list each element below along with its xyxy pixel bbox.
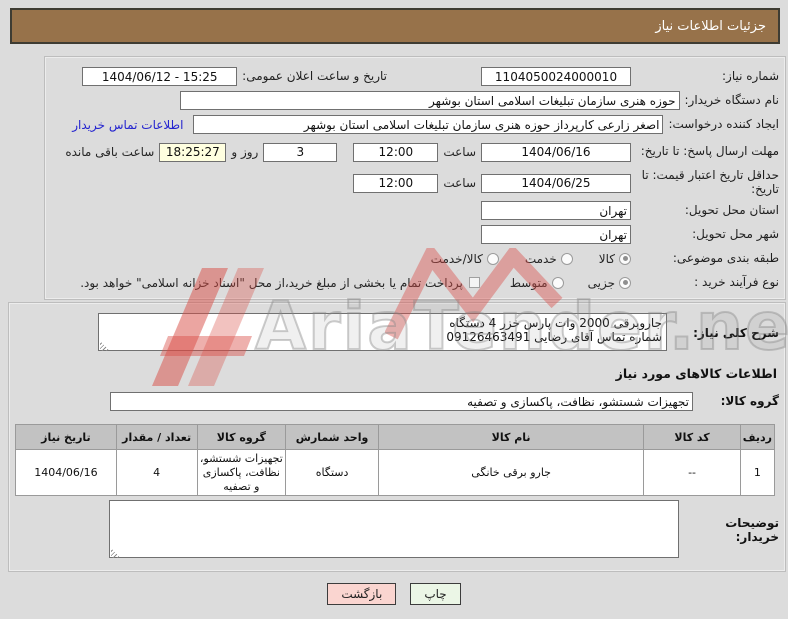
col-header-item-code: کد کالا xyxy=(643,424,741,450)
reply-deadline-time-input[interactable] xyxy=(353,142,439,162)
goods-table-row: 1 -- جارو برقی خانگی دستگاه تجهیزات شستش… xyxy=(15,448,776,497)
delivery-province-row: استان محل تحویل: xyxy=(51,200,779,221)
purchase-process-row: نوع فرآیند خرید : جزیی متوسط پرداخت تمام… xyxy=(51,272,779,293)
purchase-process-option-minor: جزیی xyxy=(588,276,631,290)
need-description-row: شرح کلی نیاز: جاروبرقی 2000 وات پارس خزر… xyxy=(15,313,779,354)
need-description-textarea[interactable]: جاروبرقی 2000 وات پارس خزر 4 دستگاه شمار… xyxy=(98,313,667,351)
buyer-org-row: نام دستگاه خریدار: xyxy=(51,90,779,111)
reply-deadline-row: مهلت ارسال پاسخ: تا تاریخ: ساعت روز و سا… xyxy=(51,138,779,166)
announce-datetime-input[interactable] xyxy=(82,67,238,86)
goods-radio-label: کالا xyxy=(598,251,615,266)
action-buttons: چاپ بازگشت xyxy=(0,583,788,605)
cell-item-name: جارو برقی خانگی xyxy=(377,448,645,497)
service-radio[interactable] xyxy=(560,252,573,265)
subject-class-label: طبقه بندی موضوعی: xyxy=(672,250,779,265)
price-validity-row: حداقل تاریخ اعتبار قیمت: تا تاریخ: ساعت xyxy=(51,168,779,197)
purchase-process-label: نوع فرآیند خرید : xyxy=(694,274,779,289)
price-validity-date-input[interactable] xyxy=(481,173,631,193)
request-creator-row: ایجاد کننده درخواست: اطلاعات تماس خریدار xyxy=(51,114,779,135)
col-header-quantity: تعداد / مقدار xyxy=(115,424,198,450)
app-window: جزئیات اطلاعات نیاز شماره نیاز: تاریخ و … xyxy=(0,0,788,619)
request-creator-label: ایجاد کننده درخواست: xyxy=(668,116,779,131)
need-description-wrap: جاروبرقی 2000 وات پارس خزر 4 دستگاه شمار… xyxy=(98,313,667,354)
medium-radio[interactable] xyxy=(551,276,564,289)
goods-service-radio[interactable] xyxy=(486,252,499,265)
subject-class-option-goods: کالا xyxy=(599,252,631,266)
goods-info-title: اطلاعات کالاهای مورد نیاز xyxy=(615,366,777,381)
need-description-label: شرح کلی نیاز: xyxy=(693,325,779,340)
need-details-panel: شماره نیاز: تاریخ و ساعت اعلان عمومی: نا… xyxy=(44,56,786,300)
delivery-province-label: استان محل تحویل: xyxy=(684,202,779,217)
buyer-notes-label: توضیحات خریدار: xyxy=(725,515,779,544)
minor-radio[interactable] xyxy=(619,276,631,289)
cell-quantity: 4 xyxy=(115,448,198,497)
cell-unit: دستگاه xyxy=(285,448,379,497)
goods-radio[interactable] xyxy=(619,252,631,265)
delivery-province-input[interactable] xyxy=(481,201,631,220)
reply-deadline-hour-label: ساعت xyxy=(443,145,476,159)
price-validity-hour-label: ساعت xyxy=(443,176,476,190)
request-creator-input[interactable] xyxy=(193,115,664,134)
goods-group-row: گروه کالا: xyxy=(15,391,779,412)
buyer-org-input[interactable] xyxy=(179,91,680,110)
goods-table-header-row: ردیف کد کالا نام کالا واحد شمارش گروه کا… xyxy=(15,424,776,450)
print-button[interactable]: چاپ xyxy=(410,583,461,605)
purchase-process-option-medium: متوسط xyxy=(510,276,564,290)
buyer-notes-wrap xyxy=(109,500,679,561)
treasury-note: پرداخت تمام یا بخشی از مبلغ خرید،از محل … xyxy=(80,275,463,290)
col-header-unit: واحد شمارش xyxy=(285,424,379,450)
goods-panel: شرح کلی نیاز: جاروبرقی 2000 وات پارس خزر… xyxy=(8,302,786,572)
price-validity-label: حداقل تاریخ اعتبار قیمت: تا تاریخ: xyxy=(641,168,779,196)
page-title: جزئیات اطلاعات نیاز xyxy=(655,18,766,34)
goods-group-label: گروه کالا: xyxy=(720,393,779,408)
cell-group: تجهیزات شستشو، نظافت، پاکسازی و تصفیه xyxy=(196,448,287,497)
medium-radio-label: متوسط xyxy=(509,275,548,290)
subject-class-option-goods-service: کالا/خدمت xyxy=(431,252,499,266)
buyer-notes-textarea[interactable] xyxy=(109,500,679,559)
delivery-city-input[interactable] xyxy=(481,225,631,244)
announce-datetime-label: تاریخ و ساعت اعلان عمومی: xyxy=(242,68,387,83)
need-number-input[interactable] xyxy=(481,67,631,86)
service-radio-label: خدمت xyxy=(524,251,557,266)
cell-item-code: -- xyxy=(643,448,741,497)
reply-deadline-date-input[interactable] xyxy=(481,142,631,162)
subject-class-option-service: خدمت xyxy=(525,252,573,266)
col-header-row-number: ردیف xyxy=(739,424,776,450)
delivery-city-label: شهر محل تحویل: xyxy=(692,226,779,241)
remaining-hours-label: ساعت باقی مانده xyxy=(65,145,155,159)
subject-class-row: طبقه بندی موضوعی: کالا خدمت کالا/خدمت xyxy=(51,248,779,269)
countdown-input[interactable] xyxy=(159,142,227,162)
col-header-item-name: نام کالا xyxy=(377,424,645,450)
treasury-checkbox[interactable] xyxy=(468,277,480,288)
delivery-city-row: شهر محل تحویل: xyxy=(51,224,779,245)
minor-radio-label: جزیی xyxy=(587,275,615,290)
back-button[interactable]: بازگشت xyxy=(327,583,397,605)
remaining-days-input[interactable] xyxy=(263,142,338,162)
cell-row-number: 1 xyxy=(739,448,776,497)
reply-deadline-label: مهلت ارسال پاسخ: تا تاریخ: xyxy=(640,144,779,159)
col-header-need-date: تاریخ نیاز xyxy=(15,424,117,450)
goods-service-radio-label: کالا/خدمت xyxy=(430,251,483,266)
remaining-days-label: روز و xyxy=(231,145,259,159)
need-number-row: شماره نیاز: تاریخ و ساعت اعلان عمومی: xyxy=(51,66,779,87)
price-validity-time-input[interactable] xyxy=(353,173,439,193)
buyer-notes-row: توضیحات خریدار: xyxy=(15,500,779,561)
need-number-label: شماره نیاز: xyxy=(722,68,779,83)
buyer-org-label: نام دستگاه خریدار: xyxy=(684,92,780,107)
cell-need-date: 1404/06/16 xyxy=(15,448,117,497)
goods-group-input[interactable] xyxy=(110,392,693,411)
page-header: جزئیات اطلاعات نیاز xyxy=(10,8,780,44)
goods-table: ردیف کد کالا نام کالا واحد شمارش گروه کا… xyxy=(15,424,776,497)
buyer-contact-link[interactable]: اطلاعات تماس خریدار xyxy=(72,118,183,132)
col-header-group: گروه کالا xyxy=(196,424,287,450)
